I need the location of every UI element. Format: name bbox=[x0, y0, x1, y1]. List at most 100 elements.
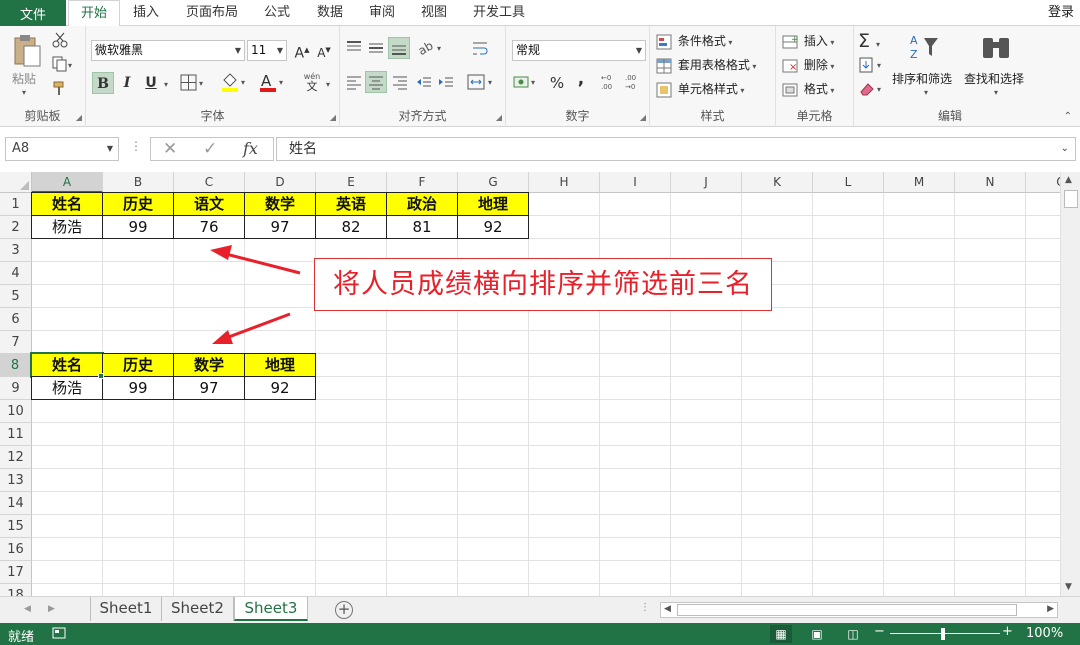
tab-home[interactable]: 开始 bbox=[68, 0, 120, 27]
align-top-icon[interactable] bbox=[344, 38, 364, 61]
top3-table-header-cell[interactable]: 数学 bbox=[173, 353, 245, 377]
column-header-k[interactable]: K bbox=[742, 172, 813, 193]
macro-record-icon[interactable] bbox=[52, 626, 66, 643]
sort-filter-icon[interactable]: AZ bbox=[906, 32, 942, 67]
full-table-header-cell[interactable]: 英语 bbox=[315, 192, 387, 216]
delete-cells-button[interactable]: × 删除 ▾ bbox=[782, 56, 834, 74]
full-table-header-cell[interactable]: 数学 bbox=[244, 192, 316, 216]
cancel-icon[interactable]: ✕ bbox=[163, 139, 177, 159]
full-table-value-cell[interactable]: 81 bbox=[386, 215, 458, 239]
row-header-15[interactable]: 15 bbox=[0, 515, 32, 538]
tab-file[interactable]: 文件 bbox=[0, 0, 66, 26]
font-color-icon[interactable]: A ▾ bbox=[258, 72, 288, 97]
row-header-13[interactable]: 13 bbox=[0, 469, 32, 492]
scroll-left-icon[interactable]: ◀ bbox=[664, 604, 671, 614]
column-header-g[interactable]: G bbox=[458, 172, 529, 193]
zoom-level[interactable]: 100% bbox=[1026, 626, 1063, 641]
shrink-font-button[interactable]: A▼ bbox=[313, 39, 335, 61]
row-header-7[interactable]: 7 bbox=[0, 331, 32, 354]
expand-formula-bar-icon[interactable]: ⌄ bbox=[1061, 138, 1069, 160]
hscroll-splitter-icon[interactable]: ⋮ bbox=[640, 602, 650, 613]
format-as-table-button[interactable]: 套用表格格式 ▾ bbox=[656, 56, 756, 74]
top3-table-value-cell[interactable]: 99 bbox=[102, 376, 174, 400]
full-table-header-cell[interactable]: 历史 bbox=[102, 192, 174, 216]
sheet-tab-2[interactable]: Sheet2 bbox=[162, 597, 234, 621]
font-launcher-icon[interactable]: ◢ bbox=[330, 113, 336, 122]
sort-filter-label[interactable]: 排序和筛选 bbox=[892, 70, 952, 87]
column-header-h[interactable]: H bbox=[529, 172, 600, 193]
column-header-j[interactable]: J bbox=[671, 172, 742, 193]
insert-cells-button[interactable]: + 插入 ▾ bbox=[782, 32, 834, 50]
cell-styles-button[interactable]: 单元格样式 ▾ bbox=[656, 80, 744, 98]
full-table-header-cell[interactable]: 姓名 bbox=[31, 192, 103, 216]
row-header-4[interactable]: 4 bbox=[0, 262, 32, 285]
percent-button[interactable]: % bbox=[546, 72, 568, 94]
grow-font-button[interactable]: A▲ bbox=[291, 39, 313, 62]
clipboard-launcher-icon[interactable]: ◢ bbox=[76, 113, 82, 122]
underline-button[interactable]: U bbox=[140, 72, 162, 94]
column-header-e[interactable]: E bbox=[316, 172, 387, 193]
tab-developer[interactable]: 开发工具 bbox=[466, 0, 532, 26]
formula-input[interactable]: 姓名 ⌄ bbox=[276, 137, 1076, 161]
row-header-3[interactable]: 3 bbox=[0, 239, 32, 262]
formula-bar-splitter-icon[interactable]: ⋮ bbox=[130, 139, 142, 153]
phonetic-button[interactable]: wén 文 bbox=[300, 72, 324, 94]
page-layout-view-icon[interactable]: ▣ bbox=[806, 625, 828, 643]
column-header-m[interactable]: M bbox=[884, 172, 955, 193]
row-header-10[interactable]: 10 bbox=[0, 400, 32, 423]
top3-table-header-cell[interactable]: 历史 bbox=[102, 353, 174, 377]
row-header-8[interactable]: 8 bbox=[0, 354, 32, 377]
top3-table-header-cell[interactable]: 姓名 bbox=[30, 352, 104, 378]
column-header-n[interactable]: N bbox=[955, 172, 1026, 193]
vertical-scrollbar[interactable]: ▲ ▼ bbox=[1060, 172, 1080, 596]
insert-function-icon[interactable]: fx bbox=[243, 139, 258, 158]
tab-formulas[interactable]: 公式 bbox=[256, 0, 298, 26]
row-header-11[interactable]: 11 bbox=[0, 423, 32, 446]
full-table-header-cell[interactable]: 地理 bbox=[457, 192, 529, 216]
worksheet-grid[interactable]: ABCDEFGHIJKLMNO 123456789101112131415161… bbox=[0, 172, 1080, 596]
align-left-icon[interactable] bbox=[344, 72, 364, 95]
fill-color-icon[interactable]: ▾ bbox=[220, 72, 250, 97]
full-table-value-cell[interactable]: 杨浩 bbox=[31, 215, 103, 239]
row-header-6[interactable]: 6 bbox=[0, 308, 32, 331]
cell-area[interactable]: 姓名 历史 语文 数学 英语 政治 地理 杨浩 99 76 97 82 81 92 姓名 历史 数学 地理 杨浩 9… bbox=[30, 192, 1060, 596]
decrease-decimal-icon[interactable]: .00 →0 bbox=[622, 72, 644, 95]
full-table-header-cell[interactable]: 语文 bbox=[173, 192, 245, 216]
format-cells-button[interactable]: 格式 ▾ bbox=[782, 80, 834, 98]
clear-icon[interactable]: ▾ bbox=[858, 80, 888, 101]
vertical-scroll-thumb[interactable] bbox=[1064, 190, 1078, 208]
format-painter-icon[interactable] bbox=[52, 80, 68, 99]
add-sheet-button[interactable]: + bbox=[335, 601, 353, 619]
select-all-corner[interactable] bbox=[0, 172, 32, 193]
collapse-ribbon-icon[interactable]: ⌃ bbox=[1064, 111, 1072, 122]
find-select-dropdown-icon[interactable]: ▾ bbox=[994, 88, 998, 97]
row-header-5[interactable]: 5 bbox=[0, 285, 32, 308]
column-header-f[interactable]: F bbox=[387, 172, 458, 193]
row-header-18[interactable]: 18 bbox=[0, 584, 32, 596]
zoom-in-icon[interactable]: + bbox=[1002, 624, 1013, 639]
horizontal-scrollbar[interactable]: ◀ ▶ bbox=[660, 602, 1058, 618]
font-size-combo[interactable]: 11 ▼ bbox=[247, 40, 287, 61]
full-table-header-cell[interactable]: 政治 bbox=[386, 192, 458, 216]
zoom-slider[interactable] bbox=[890, 633, 1000, 634]
zoom-out-icon[interactable]: − bbox=[874, 624, 885, 639]
sort-filter-dropdown-icon[interactable]: ▾ bbox=[924, 88, 928, 97]
tab-view[interactable]: 视图 bbox=[412, 0, 456, 26]
sheet-tab-3[interactable]: Sheet3 bbox=[234, 597, 308, 621]
full-table-value-cell[interactable]: 99 bbox=[102, 215, 174, 239]
normal-view-icon[interactable]: ▦ bbox=[770, 625, 792, 643]
cut-icon[interactable] bbox=[52, 32, 68, 51]
wrap-text-icon[interactable] bbox=[470, 38, 490, 61]
alignment-launcher-icon[interactable]: ◢ bbox=[496, 113, 502, 122]
column-header-a[interactable]: A bbox=[32, 172, 103, 193]
row-header-2[interactable]: 2 bbox=[0, 216, 32, 239]
column-header-i[interactable]: I bbox=[600, 172, 671, 193]
align-right-icon[interactable] bbox=[390, 72, 410, 95]
top3-table-value-cell[interactable]: 97 bbox=[173, 376, 245, 400]
zoom-slider-thumb[interactable] bbox=[941, 628, 945, 640]
find-select-label[interactable]: 查找和选择 bbox=[964, 70, 1024, 87]
scroll-down-icon[interactable]: ▼ bbox=[1065, 582, 1072, 592]
row-header-12[interactable]: 12 bbox=[0, 446, 32, 469]
full-table-value-cell[interactable]: 82 bbox=[315, 215, 387, 239]
row-header-1[interactable]: 1 bbox=[0, 193, 32, 216]
